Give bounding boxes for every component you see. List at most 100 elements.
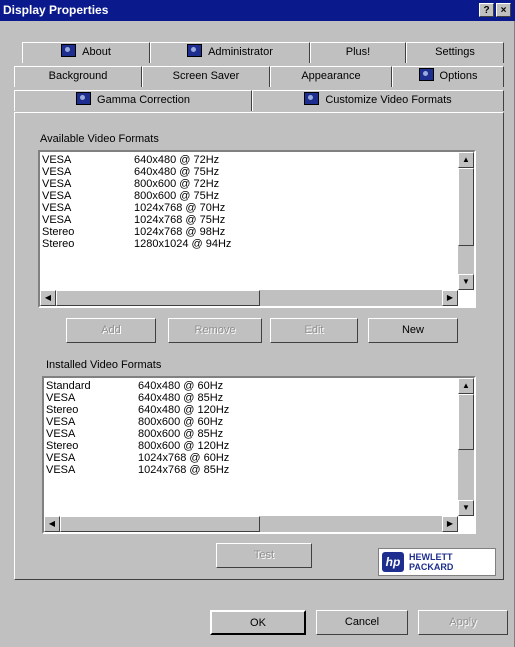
tab-screen-saver[interactable]: Screen Saver <box>142 66 270 87</box>
list-item[interactable]: Stereo 640x480 @ 120Hz <box>46 404 456 416</box>
scroll-thumb[interactable] <box>458 394 474 450</box>
list-item[interactable]: VESA 800x600 @ 85Hz <box>46 428 456 440</box>
scroll-down-icon[interactable]: ▼ <box>458 274 474 290</box>
tab-appearance[interactable]: Appearance <box>270 66 392 87</box>
tab-gamma-correction[interactable]: Gamma Correction <box>14 90 252 111</box>
format-mode: 640x480 @ 60Hz <box>138 380 224 392</box>
format-mode: 1024x768 @ 85Hz <box>138 464 230 476</box>
format-type: Stereo <box>42 226 75 238</box>
list-item[interactable]: Stereo 1024x768 @ 98Hz <box>42 226 456 238</box>
apply-button[interactable]: Apply <box>418 610 508 635</box>
horizontal-scrollbar[interactable]: ◀ ▶ <box>40 290 458 306</box>
scroll-up-icon[interactable]: ▲ <box>458 378 474 394</box>
tab-background[interactable]: Background <box>14 66 142 87</box>
format-type: VESA <box>46 392 76 404</box>
scroll-thumb[interactable] <box>458 168 474 246</box>
format-type: Standard <box>46 380 91 392</box>
format-mode: 1024x768 @ 70Hz <box>134 202 226 214</box>
format-type: VESA <box>42 190 72 202</box>
scroll-right-icon[interactable]: ▶ <box>442 516 458 532</box>
tab-label: Customize Video Formats <box>325 94 452 106</box>
format-mode: 800x600 @ 85Hz <box>138 428 224 440</box>
horizontal-scrollbar[interactable]: ◀ ▶ <box>44 516 458 532</box>
format-type: Stereo <box>46 404 79 416</box>
installed-formats-list[interactable]: Standard 640x480 @ 60Hz VESA 640x480 @ 85Hz… <box>42 376 476 534</box>
format-mode: 1280x1024 @ 94Hz <box>134 238 232 250</box>
monitor-icon <box>76 92 92 105</box>
format-mode: 1024x768 @ 75Hz <box>134 214 226 226</box>
format-type: VESA <box>46 428 76 440</box>
format-mode: 800x600 @ 72Hz <box>134 178 220 190</box>
remove-button[interactable]: Remove <box>168 318 262 343</box>
tab-label: Plus! <box>345 46 371 58</box>
vertical-scrollbar[interactable]: ▲ ▼ <box>458 152 474 290</box>
list-item[interactable]: VESA 640x480 @ 85Hz <box>46 392 456 404</box>
format-mode: 640x480 @ 85Hz <box>138 392 224 404</box>
hp-logo-icon: hp <box>382 552 404 572</box>
list-item[interactable]: VESA 800x600 @ 75Hz <box>42 190 456 202</box>
tab-options[interactable]: Options <box>392 66 504 87</box>
new-button[interactable]: New <box>368 318 458 343</box>
format-mode: 1024x768 @ 98Hz <box>134 226 226 238</box>
scroll-right-icon[interactable]: ▶ <box>442 290 458 306</box>
cancel-button[interactable]: Cancel <box>316 610 408 635</box>
monitor-icon <box>418 68 434 81</box>
hp-logo-text: HEWLETT PACKARD <box>409 552 453 572</box>
add-button[interactable]: Add <box>66 318 156 343</box>
available-formats-list[interactable]: VESA 640x480 @ 72Hz VESA 640x480 @ 75Hz VESA… <box>38 150 476 308</box>
available-formats-label: Available Video Formats <box>40 133 159 145</box>
display-properties-window: Display Properties ? × About Administrat… <box>0 0 515 647</box>
available-rows: VESA 640x480 @ 72Hz VESA 640x480 @ 75Hz VESA… <box>42 154 456 250</box>
tab-settings[interactable]: Settings <box>406 42 504 63</box>
tab-label: Screen Saver <box>172 70 240 82</box>
format-type: VESA <box>42 154 72 166</box>
tab-administrator[interactable]: Administrator <box>150 42 310 63</box>
list-item[interactable]: VESA 1024x768 @ 85Hz <box>46 464 456 476</box>
test-button[interactable]: Test <box>216 543 312 568</box>
format-mode: 640x480 @ 75Hz <box>134 166 220 178</box>
tab-customize-video-formats[interactable]: Customize Video Formats <box>252 90 504 111</box>
list-item[interactable]: VESA 1024x768 @ 75Hz <box>42 214 456 226</box>
scroll-down-icon[interactable]: ▼ <box>458 500 474 516</box>
monitor-icon <box>187 44 203 57</box>
list-item[interactable]: Standard 640x480 @ 60Hz <box>46 380 456 392</box>
close-button[interactable]: × <box>496 3 511 17</box>
tab-label: Options <box>439 70 478 82</box>
format-mode: 800x600 @ 75Hz <box>134 190 220 202</box>
format-type: Stereo <box>42 238 75 250</box>
vertical-scrollbar[interactable]: ▲ ▼ <box>458 378 474 516</box>
ok-button[interactable]: OK <box>210 610 306 635</box>
list-item[interactable]: VESA 1024x768 @ 70Hz <box>42 202 456 214</box>
monitor-icon <box>304 92 320 105</box>
list-item[interactable]: Stereo 1280x1024 @ 94Hz <box>42 238 456 250</box>
title-bar[interactable]: Display Properties ? × <box>0 0 515 21</box>
list-item[interactable]: VESA 640x480 @ 72Hz <box>42 154 456 166</box>
list-item[interactable]: VESA 800x600 @ 72Hz <box>42 178 456 190</box>
installed-rows: Standard 640x480 @ 60Hz VESA 640x480 @ 85Hz… <box>46 380 456 476</box>
format-mode: 640x480 @ 72Hz <box>134 154 220 166</box>
format-mode: 640x480 @ 120Hz <box>138 404 230 416</box>
tab-about[interactable]: About <box>22 42 150 63</box>
logo-line1: HEWLETT <box>409 552 453 562</box>
installed-formats-label: Installed Video Formats <box>46 359 162 371</box>
list-item[interactable]: VESA 800x600 @ 60Hz <box>46 416 456 428</box>
tab-label: Gamma Correction <box>97 94 190 106</box>
scroll-left-icon[interactable]: ◀ <box>40 290 56 306</box>
logo-line2: PACKARD <box>409 562 454 572</box>
scroll-up-icon[interactable]: ▲ <box>458 152 474 168</box>
format-mode: 800x600 @ 60Hz <box>138 416 224 428</box>
list-item[interactable]: Stereo 800x600 @ 120Hz <box>46 440 456 452</box>
list-item[interactable]: VESA 640x480 @ 75Hz <box>42 166 456 178</box>
format-type: VESA <box>46 416 76 428</box>
edit-button[interactable]: Edit <box>270 318 358 343</box>
help-button[interactable]: ? <box>479 3 494 17</box>
scroll-left-icon[interactable]: ◀ <box>44 516 60 532</box>
tab-label: Appearance <box>301 70 361 82</box>
scroll-thumb[interactable] <box>60 516 260 532</box>
tab-plus[interactable]: Plus! <box>310 42 406 63</box>
list-item[interactable]: VESA 1024x768 @ 60Hz <box>46 452 456 464</box>
format-mode: 800x600 @ 120Hz <box>138 440 230 452</box>
tab-label: Settings <box>435 46 475 58</box>
format-type: VESA <box>42 166 72 178</box>
scroll-thumb[interactable] <box>56 290 260 306</box>
